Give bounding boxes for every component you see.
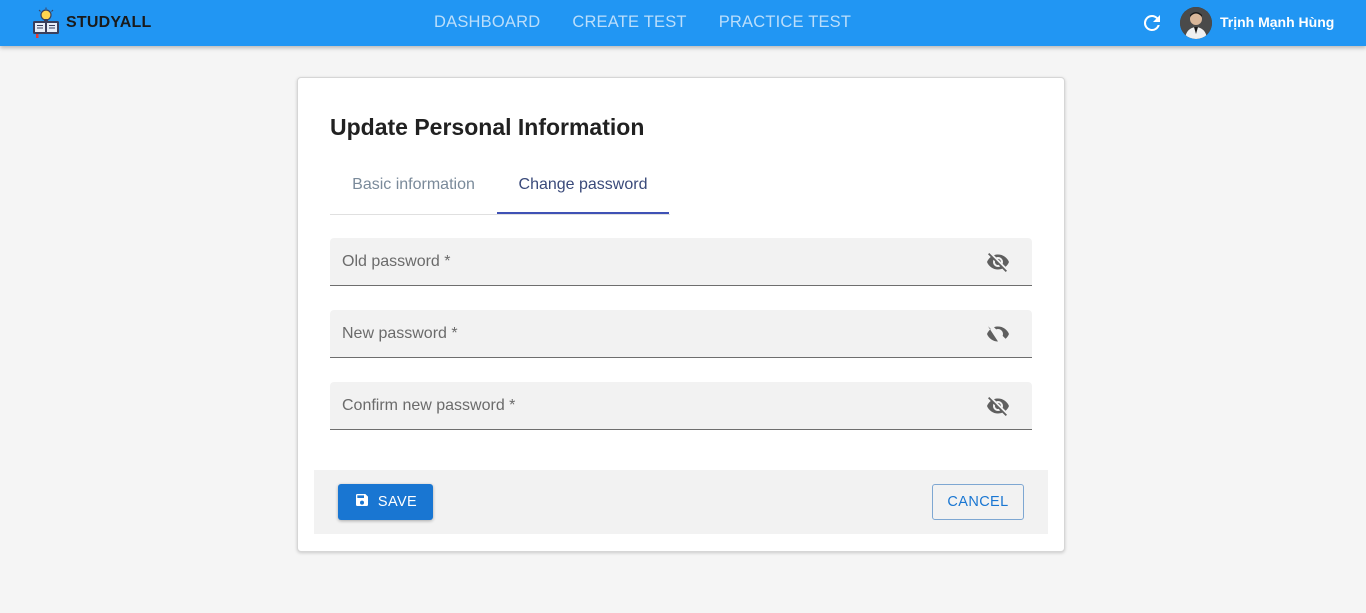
nav-create-test[interactable]: CREATE TEST bbox=[556, 0, 702, 46]
tab-change-password[interactable]: Change password bbox=[497, 165, 669, 214]
new-password-field[interactable]: New password * bbox=[330, 310, 1032, 358]
nav-dashboard[interactable]: DASHBOARD bbox=[418, 0, 556, 46]
refresh-icon[interactable] bbox=[1140, 11, 1164, 35]
eye-off-icon[interactable] bbox=[986, 394, 1010, 418]
update-info-card: Update Personal Information Basic inform… bbox=[297, 77, 1065, 552]
eye-off-icon[interactable] bbox=[986, 322, 1010, 346]
nav-practice-test[interactable]: PRACTICE TEST bbox=[703, 0, 867, 46]
save-icon bbox=[354, 492, 370, 513]
study-logo-icon bbox=[30, 7, 62, 39]
tab-basic-information[interactable]: Basic information bbox=[330, 165, 497, 213]
save-button[interactable]: SAVE bbox=[338, 484, 433, 520]
old-password-field[interactable]: Old password * bbox=[330, 238, 1032, 286]
confirm-password-label: Confirm new password * bbox=[342, 397, 516, 414]
new-password-label: New password * bbox=[342, 325, 458, 342]
tab-bar: Basic information Change password bbox=[330, 165, 670, 215]
brand-name: STUDYALL bbox=[66, 14, 152, 31]
form-actions: SAVE CANCEL bbox=[314, 470, 1048, 534]
brand[interactable]: STUDYALL bbox=[30, 6, 151, 40]
main-nav: DASHBOARD CREATE TEST PRACTICE TEST bbox=[418, 0, 867, 46]
user-name[interactable]: Trịnh Mạnh Hùng bbox=[1220, 14, 1334, 30]
user-avatar[interactable] bbox=[1180, 7, 1212, 39]
page-title: Update Personal Information bbox=[330, 114, 645, 140]
top-app-bar: STUDYALL DASHBOARD CREATE TEST PRACTICE … bbox=[0, 0, 1366, 46]
old-password-label: Old password * bbox=[342, 253, 451, 270]
cancel-button[interactable]: CANCEL bbox=[932, 484, 1024, 520]
save-button-label: SAVE bbox=[377, 494, 418, 510]
eye-off-icon[interactable] bbox=[986, 250, 1010, 274]
confirm-password-field[interactable]: Confirm new password * bbox=[330, 382, 1032, 430]
